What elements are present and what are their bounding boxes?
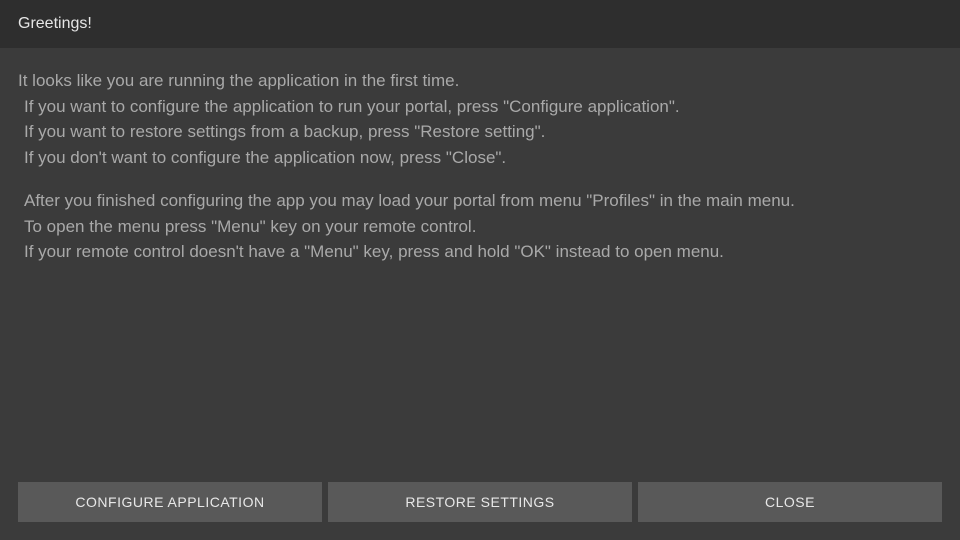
dialog-body: It looks like you are running the applic… bbox=[0, 48, 960, 265]
configure-application-button[interactable]: CONFIGURE APPLICATION bbox=[18, 482, 322, 522]
body-line-6: To open the menu press "Menu" key on you… bbox=[18, 214, 942, 240]
body-line-2: If you want to configure the application… bbox=[18, 94, 942, 120]
restore-settings-button[interactable]: RESTORE SETTINGS bbox=[328, 482, 632, 522]
body-line-1: It looks like you are running the applic… bbox=[18, 68, 942, 94]
dialog-title: Greetings! bbox=[18, 15, 92, 33]
dialog-button-row: CONFIGURE APPLICATION RESTORE SETTINGS C… bbox=[18, 482, 942, 522]
paragraph-spacer bbox=[18, 170, 942, 188]
body-line-5: After you finished configuring the app y… bbox=[18, 188, 942, 214]
body-line-3: If you want to restore settings from a b… bbox=[18, 119, 942, 145]
body-line-4: If you don't want to configure the appli… bbox=[18, 145, 942, 171]
close-button[interactable]: CLOSE bbox=[638, 482, 942, 522]
body-line-7: If your remote control doesn't have a "M… bbox=[18, 239, 942, 265]
dialog-header: Greetings! bbox=[0, 0, 960, 48]
